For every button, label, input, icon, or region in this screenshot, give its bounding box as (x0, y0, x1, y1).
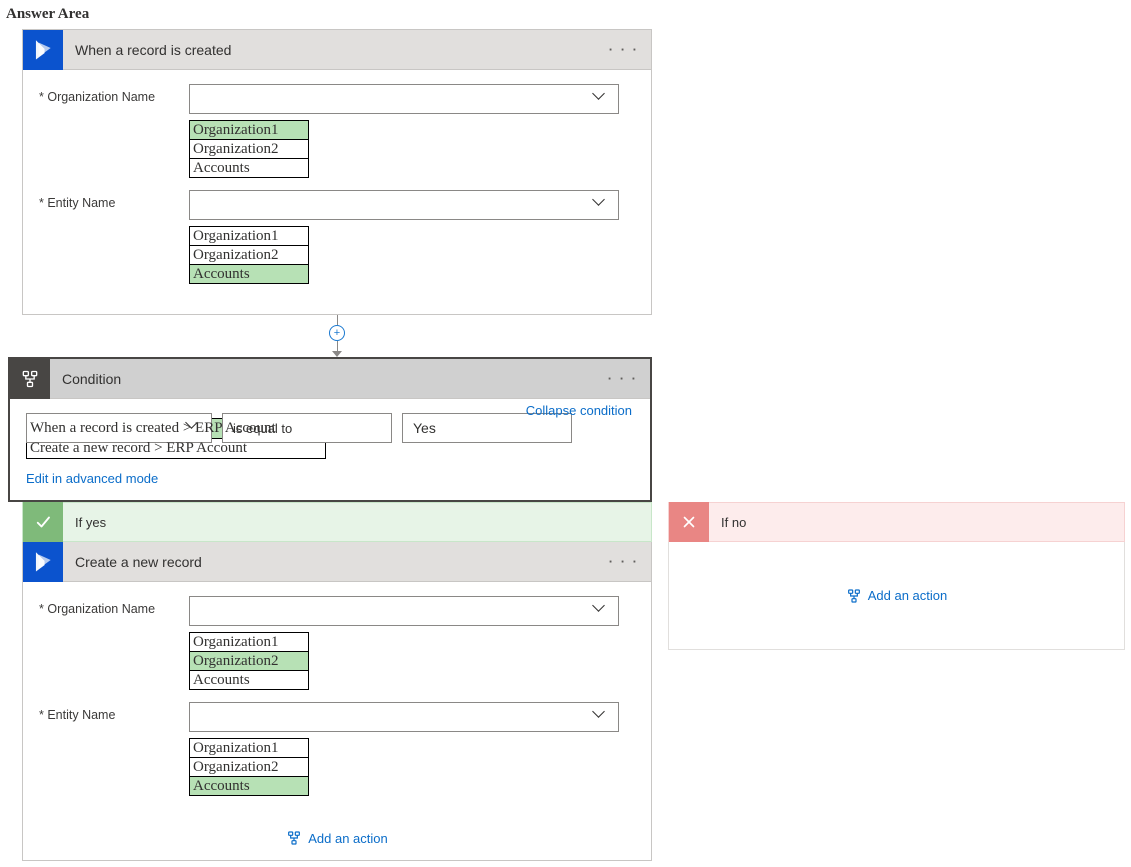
dynamics-icon (23, 30, 63, 70)
create-org-label: Organization Name (39, 596, 189, 616)
if-yes-branch: If yes Create a new record · · · Organiz… (22, 502, 652, 861)
close-icon (669, 502, 709, 542)
condition-card: Condition · · · is equal to Yes Collapse… (8, 357, 652, 502)
if-no-header[interactable]: If no (668, 502, 1125, 542)
if-no-branch: If no Add an action (668, 502, 1125, 861)
condition-title: Condition (50, 371, 608, 387)
option-item[interactable]: Organization2 (190, 758, 308, 777)
chevron-down-icon (594, 92, 608, 106)
trigger-org-options: Organization1Organization2Accounts (189, 120, 309, 178)
chevron-down-icon (594, 604, 608, 618)
if-yes-header[interactable]: If yes (22, 502, 652, 542)
flow-connector: + (22, 315, 652, 357)
add-step-button[interactable]: + (329, 325, 345, 341)
chevron-down-icon (594, 710, 608, 724)
add-action-label: Add an action (308, 831, 388, 846)
chevron-down-icon (594, 198, 608, 212)
trigger-card: When a record is created · · · Organizat… (22, 29, 652, 315)
create-org-options: Organization1Organization2Accounts (189, 632, 309, 690)
if-no-label: If no (721, 515, 746, 530)
create-record-title: Create a new record (63, 554, 609, 570)
check-icon (23, 502, 63, 542)
add-action-no-button[interactable]: Add an action (846, 588, 948, 604)
option-item[interactable]: Organization2 (190, 140, 308, 159)
create-record-header[interactable]: Create a new record · · · (23, 542, 651, 582)
condition-header[interactable]: Condition · · · (10, 359, 650, 399)
trigger-header[interactable]: When a record is created · · · (23, 30, 651, 70)
option-item[interactable]: Accounts (190, 671, 308, 689)
create-entity-options: Organization1Organization2Accounts (189, 738, 309, 796)
create-org-dropdown[interactable] (189, 596, 619, 626)
trigger-entity-options: Organization1Organization2Accounts (189, 226, 309, 284)
if-yes-label: If yes (75, 515, 106, 530)
option-item[interactable]: Accounts (190, 265, 308, 283)
edit-advanced-link[interactable]: Edit in advanced mode (26, 471, 158, 486)
option-item[interactable]: Organization1 (190, 227, 308, 246)
create-record-menu-ellipsis[interactable]: · · · (609, 554, 639, 569)
option-item[interactable]: Organization1 (190, 739, 308, 758)
create-entity-label: Entity Name (39, 702, 189, 722)
add-action-yes-button[interactable]: Add an action (286, 830, 388, 846)
trigger-menu-ellipsis[interactable]: · · · (609, 42, 639, 57)
page-title: Answer Area (6, 6, 1125, 23)
option-item[interactable]: Organization2 (190, 246, 308, 265)
trigger-entity-label: Entity Name (39, 190, 189, 210)
trigger-org-label: Organization Name (39, 84, 189, 104)
condition-menu-ellipsis[interactable]: · · · (608, 371, 638, 386)
option-item[interactable]: Accounts (190, 159, 308, 177)
condition-icon (10, 359, 50, 399)
option-item[interactable]: Organization1 (190, 121, 308, 140)
option-item[interactable]: Accounts (190, 777, 308, 795)
option-item[interactable]: Organization2 (190, 652, 308, 671)
option-item[interactable]: Organization1 (190, 633, 308, 652)
dynamics-icon (23, 542, 63, 582)
trigger-org-dropdown[interactable] (189, 84, 619, 114)
trigger-entity-dropdown[interactable] (189, 190, 619, 220)
add-action-label: Add an action (868, 588, 948, 603)
create-record-card: Create a new record · · · Organization N… (22, 542, 652, 861)
create-entity-dropdown[interactable] (189, 702, 619, 732)
trigger-title: When a record is created (63, 42, 609, 58)
